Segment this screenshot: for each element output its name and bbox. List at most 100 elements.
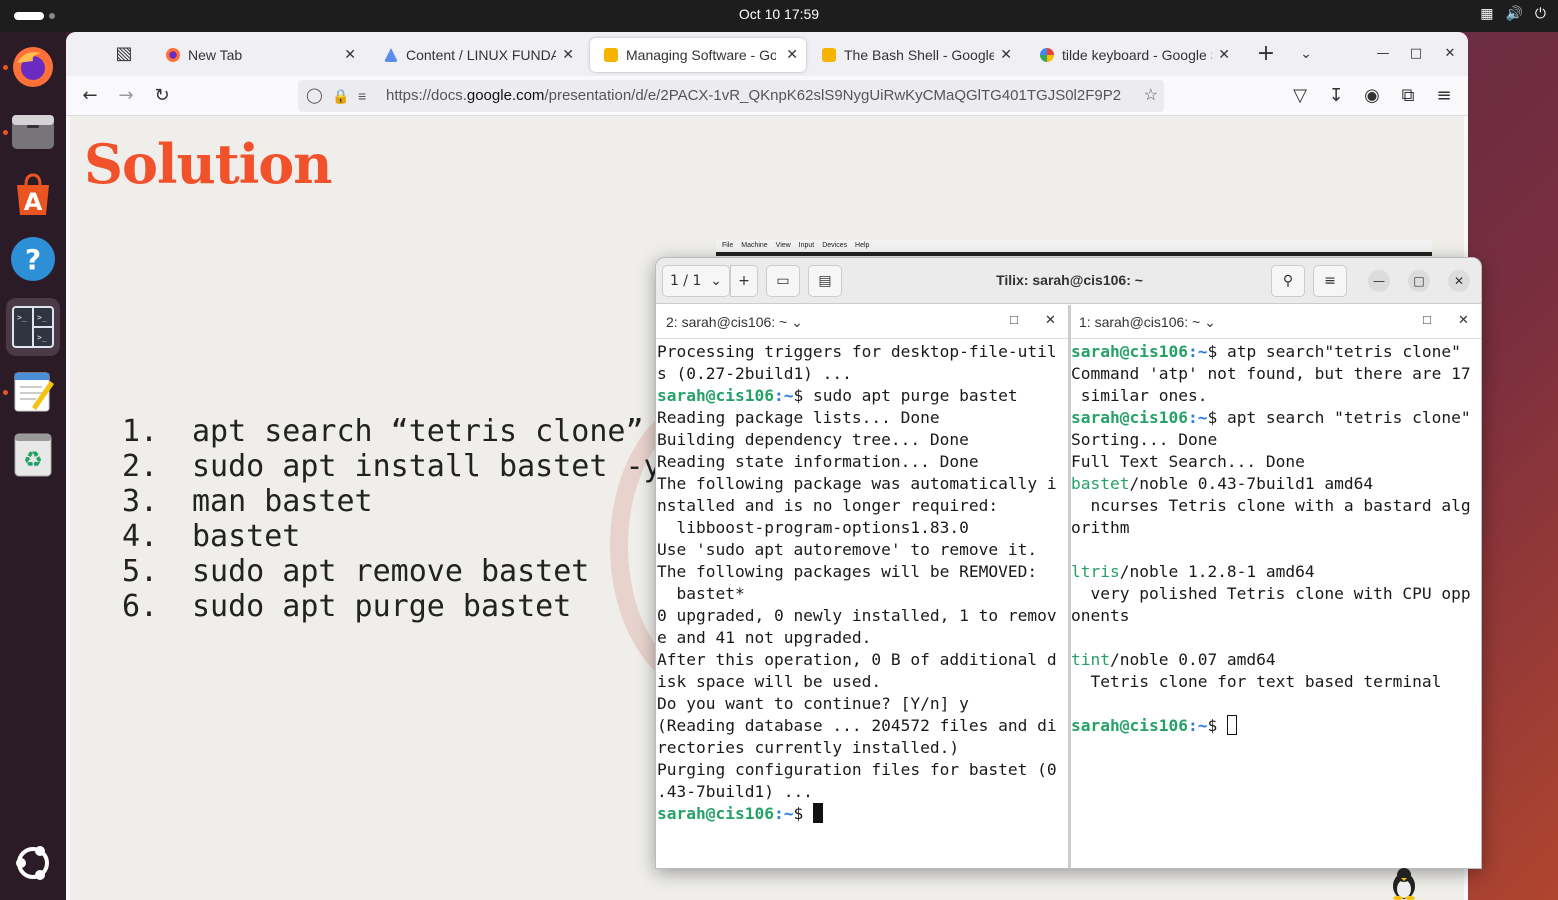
close-icon[interactable]: ✕ bbox=[562, 46, 574, 63]
slides-icon bbox=[604, 48, 618, 62]
terminal-output[interactable]: sarah@cis106:~$ atp search"tetris clone"… bbox=[1071, 341, 1471, 737]
pane-title[interactable]: 2: sarah@cis106: ~ ⌄ bbox=[666, 314, 803, 331]
pane-header: 2: sarah@cis106: ~ ⌄ □ ✕ bbox=[656, 305, 1068, 339]
menu-icon[interactable]: ≡ bbox=[1432, 84, 1456, 108]
terminal-pane-1[interactable]: 1: sarah@cis106: ~ ⌄ □ ✕ sarah@cis106:~$… bbox=[1071, 305, 1481, 868]
vm-menu-devices[interactable]: Devices bbox=[822, 242, 847, 249]
close-icon[interactable]: ✕ bbox=[786, 46, 798, 63]
list-item: 2. sudo apt install bastet -y bbox=[122, 449, 662, 484]
close-icon[interactable]: ✕ bbox=[1218, 46, 1230, 63]
hamburger-menu-icon[interactable]: ≡ bbox=[1313, 265, 1347, 297]
pane-title[interactable]: 1: sarah@cis106: ~ ⌄ bbox=[1079, 314, 1216, 331]
url-scheme: https://docs. bbox=[386, 87, 467, 104]
close-pane-icon[interactable]: ✕ bbox=[1045, 312, 1056, 328]
d2l-icon bbox=[384, 48, 398, 62]
maximize-pane-icon[interactable]: □ bbox=[1423, 312, 1431, 327]
search-icon[interactable]: ⚲ bbox=[1271, 265, 1305, 297]
add-terminal-right-icon[interactable]: ▭ bbox=[766, 265, 800, 297]
vm-menu-file[interactable]: File bbox=[722, 242, 733, 249]
url-bar[interactable]: ◯ 🔒 ≡ https://docs.google.com/presentati… bbox=[298, 80, 1164, 112]
tab-label: New Tab bbox=[188, 47, 243, 63]
tab-tilde-keyboard[interactable]: tilde keyboard - Google S ✕ bbox=[1026, 38, 1238, 72]
vm-menu-help[interactable]: Help bbox=[855, 242, 869, 249]
vm-menu-input[interactable]: Input bbox=[799, 242, 815, 249]
reload-icon[interactable]: ↻ bbox=[150, 84, 174, 108]
minimize-button[interactable]: — bbox=[1368, 270, 1390, 292]
permissions-icon[interactable]: ≡ bbox=[358, 80, 366, 112]
tilix-window: Tilix: sarah@cis106: ~ 1 / 1 ⌄ + ▭ ▤ ⚲ ≡… bbox=[655, 257, 1482, 869]
trash-icon[interactable]: ♻ bbox=[8, 430, 58, 480]
ubuntu-apps-icon[interactable] bbox=[8, 838, 58, 888]
vm-menu-view[interactable]: View bbox=[776, 242, 791, 249]
session-switcher[interactable]: 1 / 1 ⌄ bbox=[662, 265, 730, 297]
svg-text:>_: >_ bbox=[37, 333, 47, 342]
volume-icon[interactable]: 🔊 bbox=[1505, 6, 1522, 22]
close-window-button[interactable]: ✕ bbox=[1438, 42, 1462, 66]
tab-managing-software[interactable]: Managing Software - Go ✕ bbox=[590, 38, 806, 72]
svg-text:>_: >_ bbox=[17, 313, 27, 322]
top-bar: Oct 10 17:59 ▦ 🔊 ⏻ bbox=[0, 0, 1558, 32]
maximize-button[interactable]: □ bbox=[1404, 42, 1428, 66]
firefox-icon bbox=[166, 48, 180, 62]
vm-menu-bar: File Machine View Input Devices Help bbox=[716, 240, 1432, 256]
close-pane-icon[interactable]: ✕ bbox=[1458, 312, 1469, 328]
maximize-button[interactable]: □ bbox=[1408, 270, 1430, 292]
app-center-icon[interactable]: A bbox=[8, 170, 58, 220]
back-icon[interactable]: ← bbox=[78, 84, 102, 108]
vm-screen-edge bbox=[716, 252, 1432, 256]
close-icon[interactable]: ✕ bbox=[344, 46, 356, 63]
maximize-pane-icon[interactable]: □ bbox=[1010, 312, 1018, 327]
pane-header: 1: sarah@cis106: ~ ⌄ □ ✕ bbox=[1071, 305, 1481, 339]
svg-text:♻: ♻ bbox=[23, 448, 43, 473]
power-icon[interactable]: ⏻ bbox=[1535, 6, 1546, 22]
url-domain: google.com bbox=[466, 87, 545, 104]
terminal-output[interactable]: Processing triggers for desktop-file-uti… bbox=[657, 341, 1057, 825]
add-terminal-down-icon[interactable]: ▤ bbox=[808, 265, 842, 297]
tab-content-linux[interactable]: Content / LINUX FUNDA ✕ bbox=[370, 38, 582, 72]
tab-new-tab[interactable]: New Tab ✕ bbox=[152, 38, 364, 72]
tux-icon bbox=[1393, 868, 1415, 900]
account-icon[interactable]: ◉ bbox=[1360, 84, 1384, 108]
dock: A ? >_ >_ >_ ♻ bbox=[0, 32, 66, 900]
list-item: 5. sudo apt remove bastet bbox=[122, 554, 590, 589]
network-icon[interactable]: ▦ bbox=[1480, 6, 1493, 22]
terminal-cursor bbox=[812, 803, 823, 823]
list-tabs-button[interactable]: ⌄ bbox=[1294, 42, 1318, 66]
text-editor-icon[interactable] bbox=[8, 366, 58, 416]
close-icon[interactable]: ✕ bbox=[1000, 46, 1012, 63]
bookmark-star-icon[interactable]: ☆ bbox=[1137, 80, 1158, 112]
tab-bar: ▧ New Tab ✕ Content / LINUX FUNDA ✕ Mana… bbox=[66, 32, 1468, 76]
lock-icon[interactable]: 🔒 bbox=[332, 80, 349, 112]
solution-list: 1. apt search “tetris clone” 2. sudo apt i… bbox=[122, 414, 662, 624]
clock[interactable]: Oct 10 17:59 bbox=[0, 6, 1558, 22]
vm-menu-machine[interactable]: Machine bbox=[741, 242, 767, 249]
files-icon[interactable] bbox=[8, 106, 58, 156]
svg-text:>_: >_ bbox=[37, 313, 47, 322]
list-item: 3. man bastet bbox=[122, 484, 373, 519]
tab-bash-shell[interactable]: The Bash Shell - Google S ✕ bbox=[808, 38, 1020, 72]
tab-label: Managing Software - Go bbox=[626, 47, 776, 63]
slide-title: Solution bbox=[84, 132, 333, 196]
pocket-icon[interactable]: ▽ bbox=[1288, 84, 1312, 108]
new-tab-button[interactable]: + bbox=[1254, 42, 1278, 66]
system-tray[interactable]: ▦ 🔊 ⏻ bbox=[1480, 6, 1546, 22]
list-item: 6. sudo apt purge bastet bbox=[122, 589, 572, 624]
google-icon bbox=[1040, 48, 1054, 62]
extensions-icon[interactable]: ⧉ bbox=[1396, 84, 1420, 108]
svg-text:?: ? bbox=[25, 243, 41, 276]
list-item: 1. apt search “tetris clone” bbox=[122, 414, 644, 449]
tilix-header: Tilix: sarah@cis106: ~ 1 / 1 ⌄ + ▭ ▤ ⚲ ≡… bbox=[656, 258, 1481, 304]
terminal-cursor bbox=[1226, 715, 1237, 735]
shield-icon[interactable]: ◯ bbox=[306, 80, 323, 112]
firefox-icon[interactable] bbox=[8, 42, 58, 92]
forward-icon[interactable]: → bbox=[114, 84, 138, 108]
tab-overview-icon[interactable]: ▧ bbox=[112, 42, 136, 66]
help-icon[interactable]: ? bbox=[8, 234, 58, 284]
add-session-button[interactable]: + bbox=[730, 265, 758, 297]
terminal-pane-2[interactable]: 2: sarah@cis106: ~ ⌄ □ ✕ Processing trig… bbox=[656, 305, 1068, 868]
close-window-button[interactable]: ✕ bbox=[1448, 270, 1470, 292]
tab-label: The Bash Shell - Google S bbox=[844, 47, 994, 63]
tilix-icon[interactable]: >_ >_ >_ bbox=[6, 298, 60, 356]
downloads-icon[interactable]: ↧ bbox=[1324, 84, 1348, 108]
minimize-button[interactable]: — bbox=[1371, 42, 1395, 66]
